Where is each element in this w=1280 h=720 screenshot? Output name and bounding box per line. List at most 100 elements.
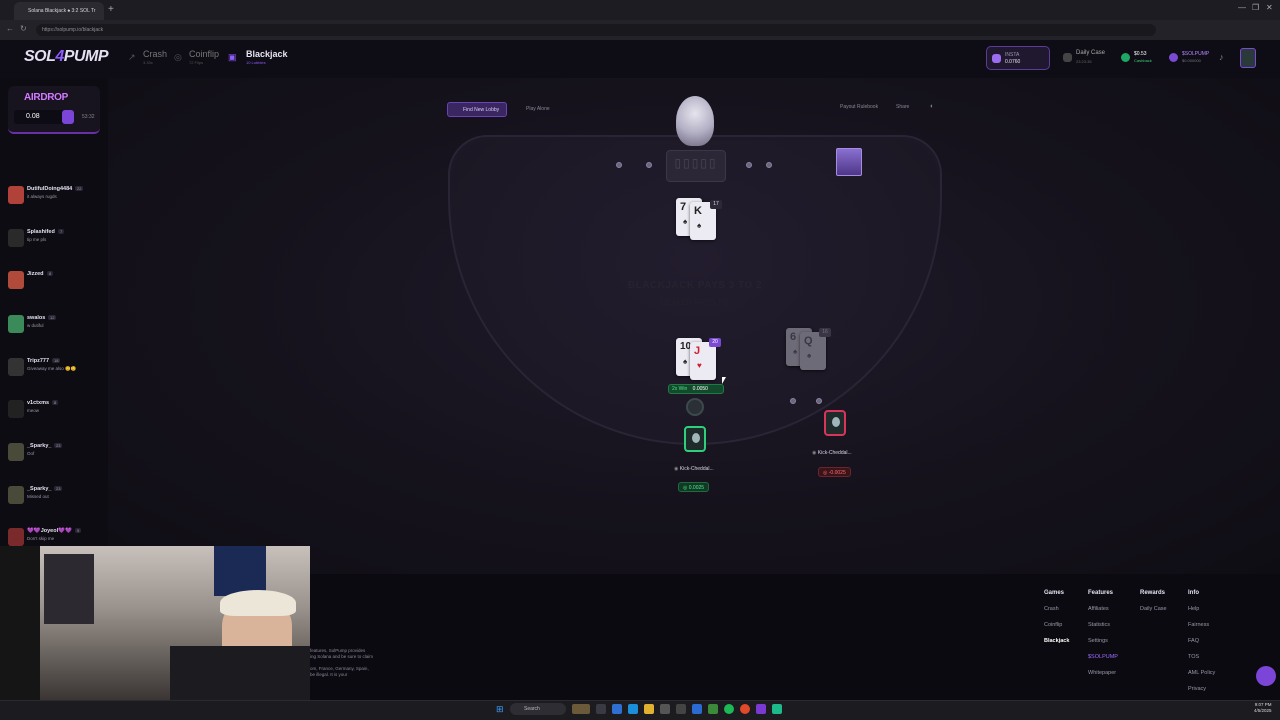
- site-logo[interactable]: SOL4PUMP: [24, 48, 109, 66]
- app-icon[interactable]: [676, 704, 686, 714]
- airdrop-title: AIRDROP: [24, 92, 69, 103]
- chat-username[interactable]: 💜💜Joyeol💜💜: [27, 528, 72, 534]
- chat-text: Oof: [27, 451, 35, 456]
- chat-avatar[interactable]: [8, 443, 24, 461]
- reload-icon[interactable]: ↻: [20, 24, 27, 33]
- chat-avatar[interactable]: [8, 229, 24, 247]
- footer-link[interactable]: FAQ: [1188, 638, 1215, 644]
- chat-avatar[interactable]: [8, 186, 24, 204]
- cashback-button[interactable]: $0.53 Cashback: [1116, 46, 1160, 70]
- browser-tab-strip: [0, 0, 1280, 20]
- app-icon[interactable]: [692, 704, 702, 714]
- game-tab-coinflip[interactable]: ◎ Coinflip 72 Flips: [174, 48, 222, 70]
- new-tab-button[interactable]: +: [108, 4, 114, 15]
- footer-link[interactable]: Affiliates: [1088, 606, 1118, 612]
- taskview-icon[interactable]: [596, 704, 606, 714]
- footer-column: Games Crash Coinflip Blackjack: [1044, 590, 1069, 654]
- chat-username[interactable]: DutifulDoing4484: [27, 186, 72, 192]
- bell-icon[interactable]: ♪: [1219, 52, 1224, 62]
- footer-link[interactable]: Privacy: [1188, 686, 1215, 692]
- payout-rulebook-link[interactable]: Payout Rulebook: [840, 104, 878, 110]
- play-alone-button[interactable]: Play Alone: [514, 102, 562, 117]
- user-avatar[interactable]: [1240, 48, 1256, 68]
- chat-avatar[interactable]: [8, 315, 24, 333]
- player1-name: ◉ Kick-Cheddal...: [674, 466, 714, 472]
- windows-start-icon[interactable]: ⊞: [496, 704, 504, 715]
- wallet-icon: [992, 54, 1001, 63]
- chat-message: swalos 12 w dutiful: [6, 313, 102, 345]
- footer-note: be illegal. It is your: [310, 672, 348, 677]
- support-chat-button[interactable]: [1256, 666, 1276, 686]
- card-suit: ♥: [697, 361, 702, 370]
- chat-avatar[interactable]: [8, 400, 24, 418]
- chat-message: Splashifed 7 tip me pls: [6, 227, 102, 259]
- app-icon[interactable]: [660, 704, 670, 714]
- footer-link[interactable]: Coinflip: [1044, 622, 1069, 628]
- app-icon[interactable]: [708, 704, 718, 714]
- game-tab-blackjack[interactable]: ▣ Blackjack 10 Lobbies: [228, 48, 288, 70]
- case-icon: [1063, 53, 1072, 62]
- footer-link[interactable]: Crash: [1044, 606, 1069, 612]
- footer-link[interactable]: Statistics: [1088, 622, 1118, 628]
- chat-username[interactable]: v1ctxms: [27, 400, 49, 406]
- footer-link[interactable]: Whitepaper: [1088, 670, 1118, 676]
- airdrop-tip-button[interactable]: [62, 110, 74, 124]
- sound-icon[interactable]: ◐: [930, 103, 934, 110]
- maximize-button[interactable]: ❐: [1252, 3, 1259, 12]
- app-icon[interactable]: [756, 704, 766, 714]
- token-icon: [1169, 53, 1178, 62]
- game-tab-label: Coinflip: [189, 49, 220, 59]
- spotify-icon[interactable]: [724, 704, 734, 714]
- browser-icon[interactable]: [628, 704, 638, 714]
- player1-total: 20: [709, 338, 721, 347]
- chat-avatar[interactable]: [8, 271, 24, 289]
- footer-link[interactable]: AML Policy: [1188, 670, 1215, 676]
- wall-flag: [214, 546, 266, 596]
- daily-case-button[interactable]: Daily Case 23:23:35: [1058, 46, 1110, 70]
- footer-link[interactable]: TOS: [1188, 654, 1215, 660]
- win-amount: 0.0050: [692, 386, 708, 392]
- player2-bet-value: -0.0025: [828, 470, 846, 476]
- chat-username[interactable]: Tripz777: [27, 358, 49, 364]
- footer-link[interactable]: Help: [1188, 606, 1215, 612]
- back-icon[interactable]: ←: [6, 24, 14, 33]
- footer-link[interactable]: Daily Case: [1140, 606, 1167, 612]
- chat-level-badge: 23: [54, 486, 63, 491]
- address-bar[interactable]: https://solpump.io/blackjack: [36, 24, 1156, 36]
- footer-link[interactable]: Blackjack: [1044, 638, 1069, 644]
- dealer-avatar: [676, 96, 714, 146]
- player1-avatar[interactable]: [684, 426, 706, 452]
- game-tab-crash[interactable]: ↗ Crash 3.33x: [128, 48, 168, 70]
- chat-username[interactable]: Splashifed: [27, 229, 55, 235]
- footer-link[interactable]: Fairness: [1188, 622, 1215, 628]
- chat-username[interactable]: swalos: [27, 315, 45, 321]
- close-window-button[interactable]: ✕: [1266, 3, 1273, 12]
- chat-avatar[interactable]: [8, 528, 24, 546]
- explorer-icon[interactable]: [644, 704, 654, 714]
- widget-icon[interactable]: [572, 704, 590, 714]
- edge-icon[interactable]: [612, 704, 622, 714]
- share-button[interactable]: Share: [896, 104, 909, 110]
- chat-avatar[interactable]: [8, 486, 24, 504]
- player1-seat-chip: [686, 398, 704, 416]
- solpump-label: $SOLPUMP: [1182, 51, 1210, 57]
- balance-display[interactable]: INSTA 0.0760: [986, 46, 1050, 70]
- footer-link[interactable]: $SOLPUMP: [1088, 654, 1118, 660]
- chrome-icon[interactable]: [740, 704, 750, 714]
- minimize-button[interactable]: —: [1238, 3, 1246, 12]
- chat-username[interactable]: _Sparky_: [27, 443, 51, 449]
- chat-username[interactable]: Jizzed: [27, 271, 44, 277]
- footer-column: Info Help Fairness FAQ TOS AML Policy Privacy: [1188, 590, 1215, 702]
- taskbar-search[interactable]: Search: [510, 703, 566, 715]
- win-badge: 2x Win 0.0050: [668, 384, 724, 394]
- chat-avatar[interactable]: [8, 358, 24, 376]
- player1-card: J ♥: [690, 342, 716, 380]
- solpump-token-button[interactable]: $SOLPUMP $0.000000: [1164, 46, 1214, 70]
- player2-avatar[interactable]: [824, 410, 846, 436]
- footer-link[interactable]: Settings: [1088, 638, 1118, 644]
- app-icon[interactable]: [772, 704, 782, 714]
- find-new-lobby-button[interactable]: Find New Lobby: [447, 102, 507, 117]
- player2-total: 16: [819, 328, 831, 337]
- chat-username[interactable]: _Sparky_: [27, 486, 51, 492]
- browser-tab[interactable]: Solana Blackjack ♠ 3:2 SOL Tr: [14, 2, 104, 20]
